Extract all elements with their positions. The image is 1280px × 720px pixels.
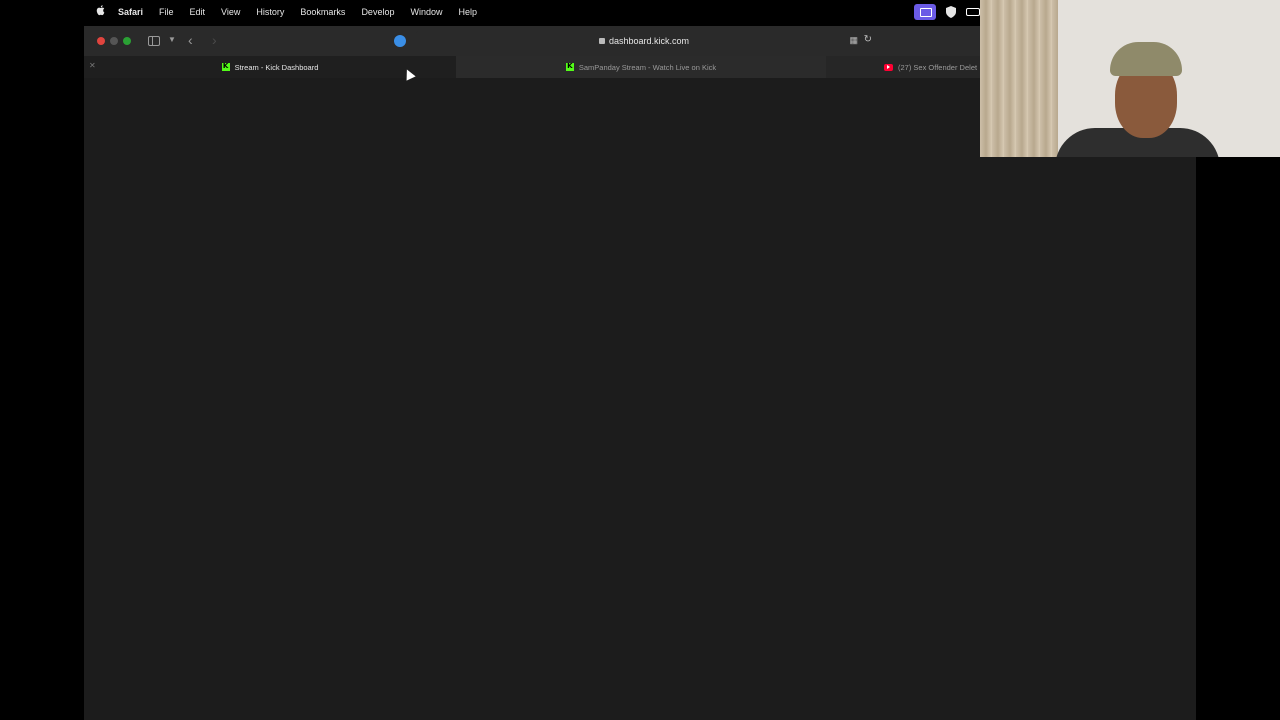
menu-window[interactable]: Window bbox=[410, 7, 442, 17]
kick-icon bbox=[565, 62, 574, 71]
menu-help[interactable]: Help bbox=[458, 7, 477, 17]
webcam-overlay bbox=[980, 0, 1280, 157]
chevron-down-icon[interactable]: ▼ bbox=[168, 35, 176, 44]
status-icons bbox=[914, 0, 980, 24]
forward-arrow-icon[interactable]: › bbox=[212, 32, 217, 48]
curtain-background bbox=[980, 0, 1058, 157]
shield-icon[interactable] bbox=[946, 6, 956, 18]
translate-icon[interactable]: ▦ bbox=[849, 35, 858, 46]
address-text-row: dashboard.kick.com bbox=[414, 31, 874, 51]
lock-icon bbox=[598, 38, 605, 44]
window-minimize-button[interactable] bbox=[110, 37, 118, 45]
address-bar[interactable]: dashboard.kick.com ▦ ↻ bbox=[414, 31, 874, 51]
menu-bookmarks[interactable]: Bookmarks bbox=[300, 7, 345, 17]
menu-develop[interactable]: Develop bbox=[361, 7, 394, 17]
menu-history[interactable]: History bbox=[256, 7, 284, 17]
youtube-icon bbox=[884, 63, 893, 71]
window-maximize-button[interactable] bbox=[123, 37, 131, 45]
extension-icon[interactable] bbox=[394, 35, 406, 47]
menu-app-safari[interactable]: Safari bbox=[118, 7, 143, 17]
tab-close-icon[interactable]: ✕ bbox=[89, 61, 96, 70]
tab-stream-kick-dashboard[interactable]: Stream - Kick Dashboard bbox=[84, 56, 456, 78]
tab-title: SamPanday Stream - Watch Live on Kick bbox=[578, 62, 717, 72]
menu-view[interactable]: View bbox=[221, 7, 240, 17]
address-url: dashboard.kick.com bbox=[608, 36, 690, 46]
tab-sampanday-stream[interactable]: SamPanday Stream - Watch Live on Kick bbox=[456, 56, 826, 78]
page-content-area[interactable] bbox=[84, 78, 1196, 720]
kick-icon bbox=[221, 62, 230, 71]
screen-share-icon[interactable] bbox=[914, 4, 936, 20]
back-arrow-icon[interactable]: ‹ bbox=[188, 32, 193, 48]
reload-icon[interactable]: ↻ bbox=[864, 34, 872, 45]
menu-items: Safari File Edit View History Bookmarks … bbox=[118, 0, 493, 24]
tab-title: Stream - Kick Dashboard bbox=[234, 62, 319, 72]
apple-icon[interactable] bbox=[96, 4, 106, 16]
window-close-button[interactable] bbox=[97, 37, 105, 45]
sidebar-toggle-icon[interactable] bbox=[148, 36, 160, 46]
battery-icon[interactable] bbox=[966, 8, 980, 16]
tab-title: (27) Sex Offender Delet bbox=[898, 62, 978, 72]
menu-edit[interactable]: Edit bbox=[190, 7, 206, 17]
menu-file[interactable]: File bbox=[159, 7, 174, 17]
person-cap bbox=[1110, 42, 1182, 76]
